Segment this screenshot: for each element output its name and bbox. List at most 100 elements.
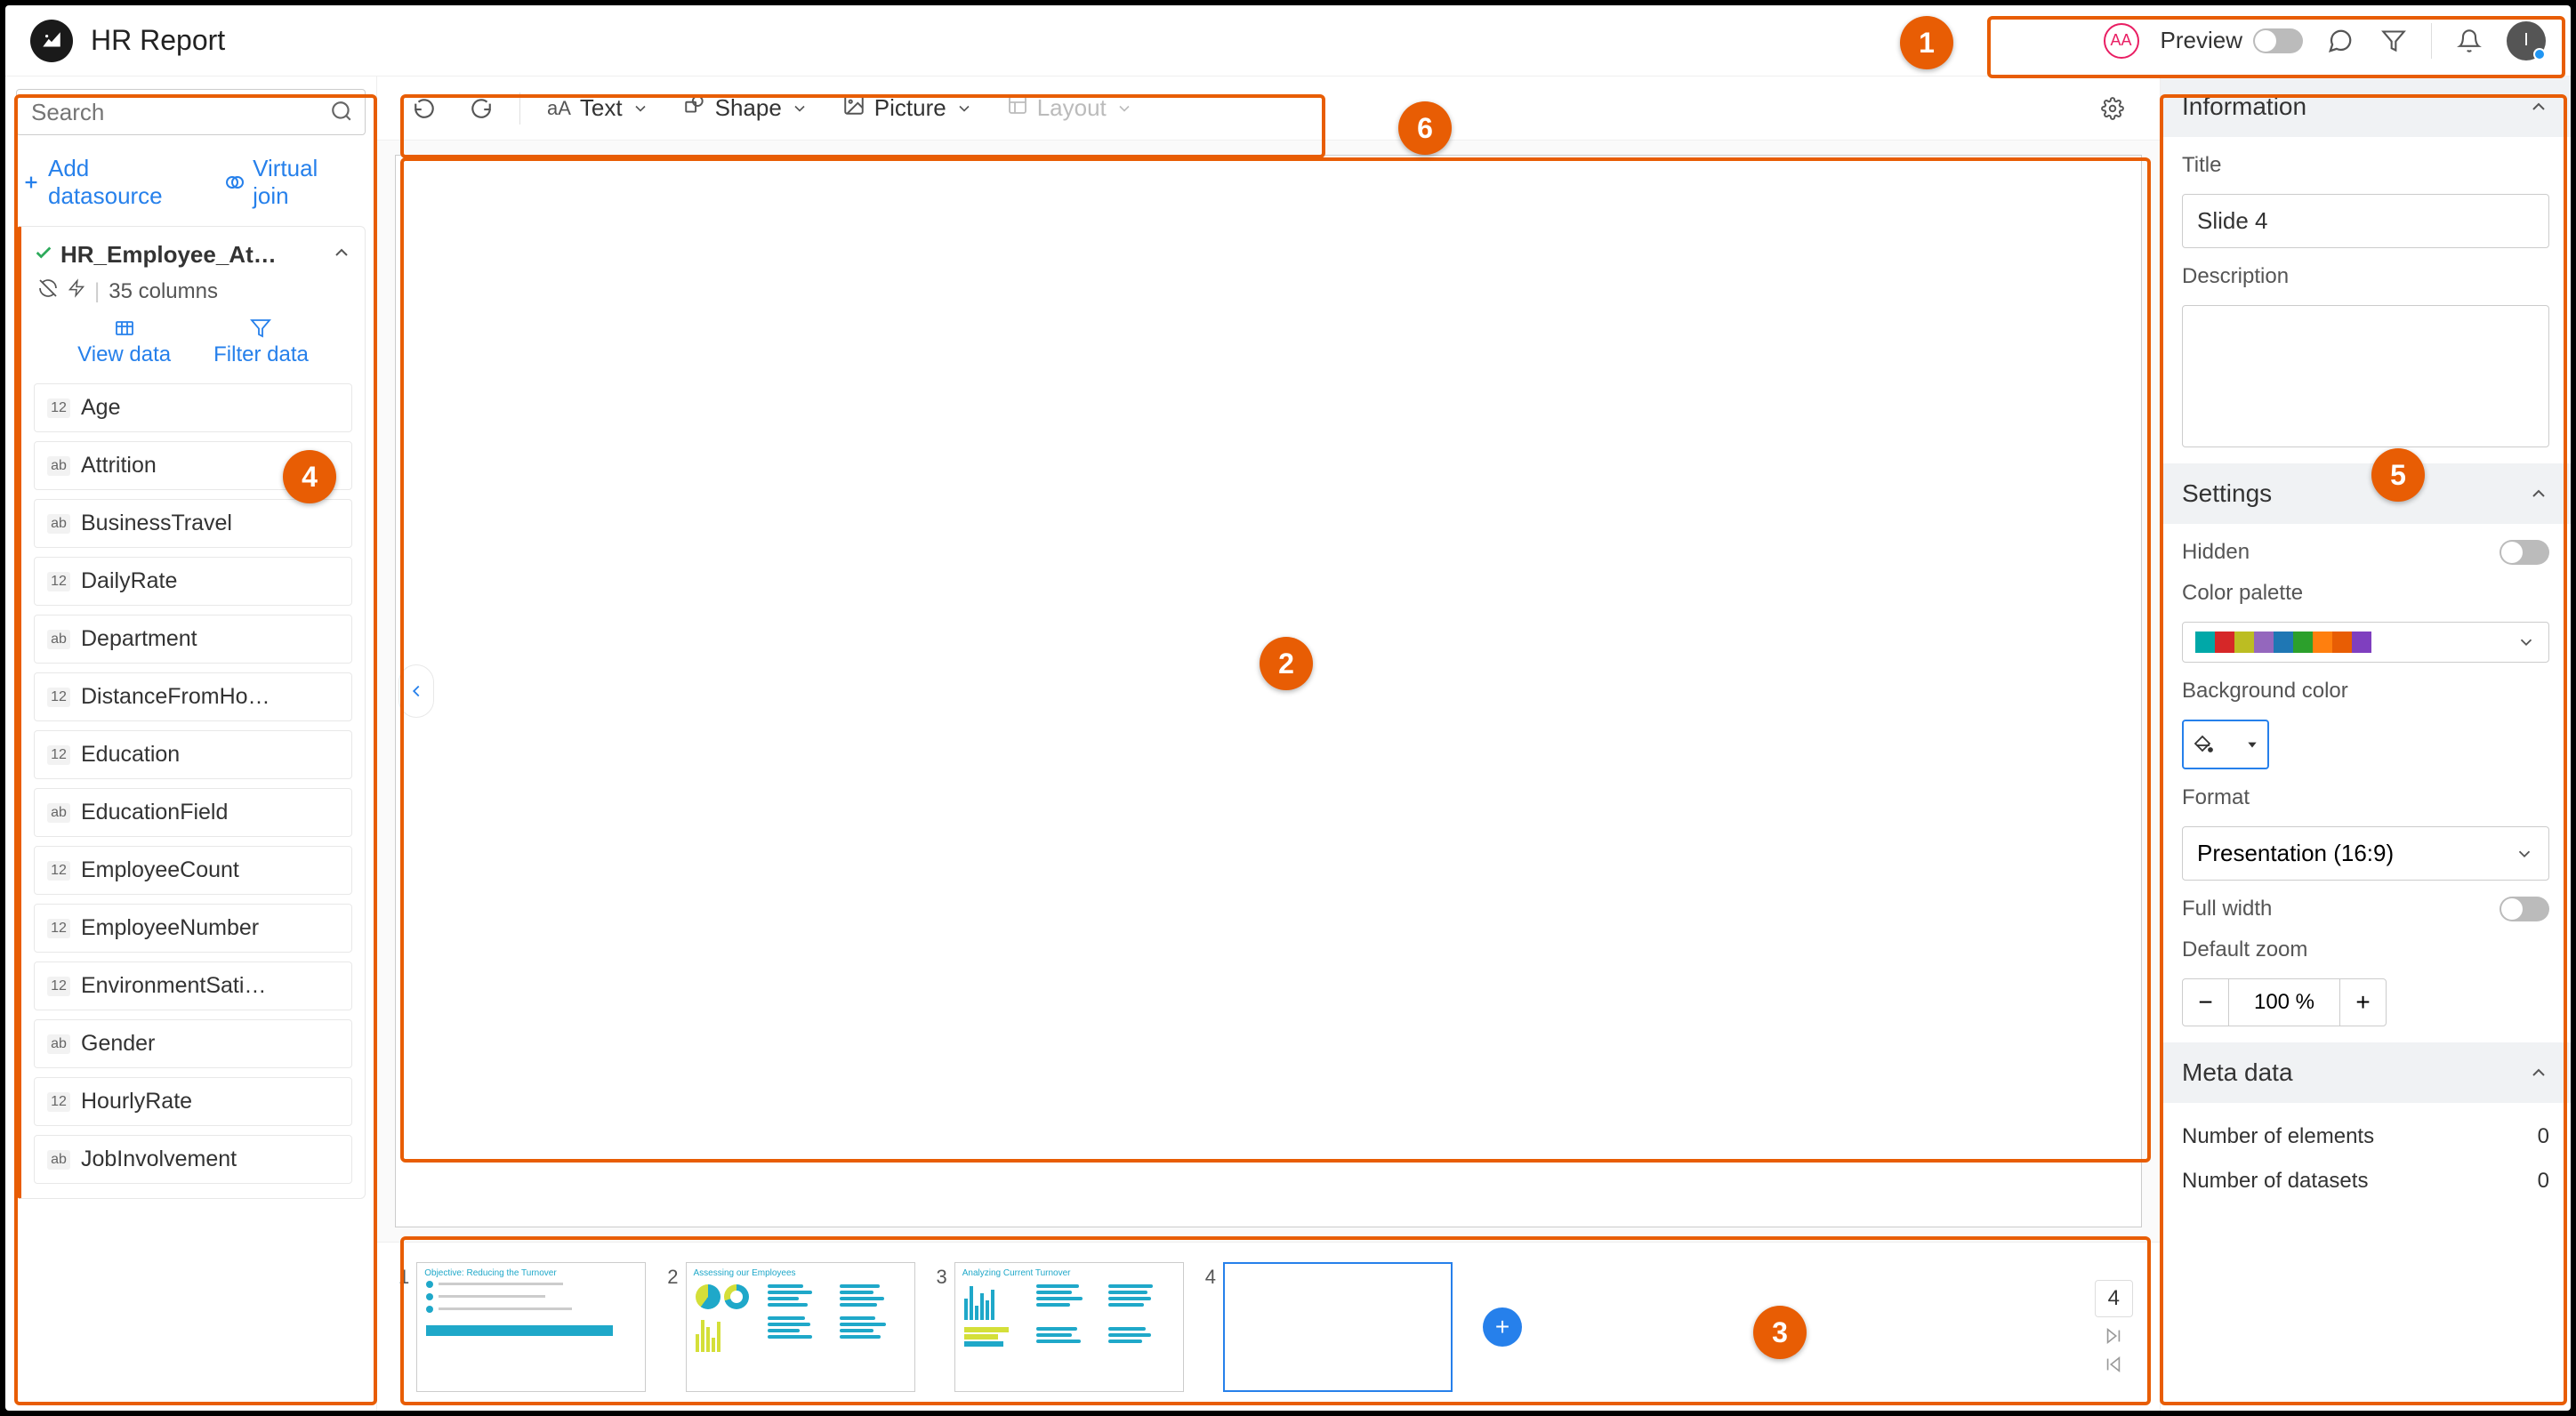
- description-label: Description: [2182, 264, 2549, 289]
- settings-section-header[interactable]: Settings: [2161, 463, 2571, 524]
- hidden-toggle[interactable]: [2500, 540, 2549, 565]
- picture-tool-label: Picture: [874, 94, 946, 122]
- slide-thumbnail[interactable]: Objective: Reducing the Turnover: [416, 1262, 646, 1392]
- toolbar-divider: [519, 93, 520, 125]
- collapse-icon[interactable]: [331, 242, 352, 268]
- chevron-up-icon: [2528, 483, 2549, 504]
- full-width-label: Full width: [2182, 897, 2272, 921]
- field-item[interactable]: 12Education: [34, 730, 352, 779]
- field-item[interactable]: abBusinessTravel: [34, 499, 352, 548]
- field-item[interactable]: 12EnvironmentSati…: [34, 961, 352, 1010]
- undo-button[interactable]: [398, 90, 450, 127]
- slide-thumbnail[interactable]: Assessing our Employees: [686, 1262, 915, 1392]
- filter-data-button[interactable]: Filter data: [213, 318, 309, 367]
- field-item[interactable]: abDepartment: [34, 615, 352, 664]
- field-type-badge: ab: [47, 630, 70, 649]
- field-type-badge: ab: [47, 514, 70, 534]
- slide-thumbnail[interactable]: [1223, 1262, 1453, 1392]
- prev-slide-chevron[interactable]: [398, 664, 434, 718]
- zoom-increase-button[interactable]: +: [2339, 979, 2386, 1026]
- play-forward-icon[interactable]: [2104, 1326, 2123, 1346]
- filter-icon[interactable]: [2378, 25, 2410, 57]
- avatar-status-dot: [2533, 48, 2546, 60]
- zoom-stepper: − 100 % +: [2182, 978, 2387, 1026]
- bolt-icon[interactable]: [68, 278, 85, 305]
- field-item[interactable]: abGender: [34, 1019, 352, 1068]
- hidden-label: Hidden: [2182, 540, 2250, 565]
- full-width-row: Full width: [2182, 897, 2549, 921]
- num-datasets-label: Number of datasets: [2182, 1169, 2368, 1194]
- full-width-toggle[interactable]: [2500, 897, 2549, 921]
- layout-tool-label: Layout: [1037, 94, 1107, 122]
- zoom-label: Default zoom: [2182, 937, 2549, 962]
- field-type-badge: 12: [47, 572, 70, 591]
- settings-gear-button[interactable]: [2087, 90, 2138, 127]
- datasource-name[interactable]: HR_Employee_At…: [60, 241, 324, 269]
- field-type-badge: 12: [47, 919, 70, 938]
- center-area: aA Text Shape Picture Layout: [377, 76, 2160, 1411]
- format-value: Presentation (16:9): [2197, 840, 2394, 867]
- chevron-down-icon: [1115, 100, 1133, 117]
- user-avatar[interactable]: I: [2507, 21, 2546, 60]
- sync-off-icon[interactable]: [37, 278, 59, 305]
- add-slide-button[interactable]: +: [1483, 1307, 1522, 1347]
- preview-toggle[interactable]: [2253, 28, 2303, 53]
- metadata-section-header[interactable]: Meta data: [2161, 1042, 2571, 1103]
- user-initials-badge[interactable]: AA: [2104, 23, 2139, 59]
- zoom-decrease-button[interactable]: −: [2183, 979, 2229, 1026]
- slide-description-input[interactable]: [2182, 305, 2549, 447]
- skip-start-icon[interactable]: [2104, 1355, 2123, 1374]
- shape-tool-button[interactable]: Shape: [669, 86, 823, 130]
- app-root: HR Report AA Preview I: [5, 5, 2571, 1411]
- bg-label: Background color: [2182, 679, 2549, 704]
- add-datasource-label: Add datasource: [48, 155, 210, 210]
- search-input[interactable]: [16, 89, 366, 135]
- datasource-title-row: HR_Employee_At…: [34, 241, 352, 269]
- field-item[interactable]: 12DailyRate: [34, 557, 352, 606]
- view-data-button[interactable]: View data: [77, 318, 171, 367]
- field-item[interactable]: 12DistanceFromHo…: [34, 672, 352, 721]
- slide-canvas[interactable]: [395, 155, 2142, 1227]
- field-item[interactable]: 12HourlyRate: [34, 1077, 352, 1126]
- redo-button[interactable]: [455, 90, 507, 127]
- app-logo[interactable]: [30, 20, 73, 62]
- format-select[interactable]: Presentation (16:9): [2182, 826, 2549, 881]
- palette-label: Color palette: [2182, 581, 2549, 606]
- preview-toggle-group: Preview: [2161, 27, 2303, 54]
- add-datasource-button[interactable]: Add datasource: [21, 155, 210, 210]
- information-section-header[interactable]: Information: [2161, 76, 2571, 137]
- field-item[interactable]: abEducationField: [34, 788, 352, 837]
- field-type-badge: ab: [47, 1034, 70, 1054]
- columns-count: 35 columns: [109, 279, 218, 304]
- palette-select[interactable]: [2182, 622, 2549, 663]
- shape-icon: [683, 93, 706, 123]
- thumb-number: 1: [398, 1262, 409, 1289]
- main-layout: Add datasource Virtual join HR_Employee_…: [5, 76, 2571, 1411]
- check-icon: [34, 243, 53, 267]
- chevron-down-icon: [632, 100, 649, 117]
- text-tool-button[interactable]: aA Text: [533, 87, 664, 129]
- num-elements-value: 0: [2538, 1124, 2549, 1149]
- field-item[interactable]: 12EmployeeCount: [34, 846, 352, 895]
- field-name: JobInvolvement: [81, 1146, 237, 1172]
- left-sidebar: Add datasource Virtual join HR_Employee_…: [5, 76, 377, 1411]
- field-item[interactable]: abJobInvolvement: [34, 1135, 352, 1184]
- separator: |: [94, 279, 100, 304]
- bg-color-button[interactable]: [2182, 720, 2269, 769]
- search-icon[interactable]: [330, 100, 353, 127]
- field-item[interactable]: abAttrition: [34, 441, 352, 490]
- thumb-number: 3: [937, 1262, 947, 1289]
- slide-title-input[interactable]: [2182, 194, 2549, 248]
- datasource-actions: View data Filter data: [34, 318, 352, 367]
- canvas-wrap: [377, 141, 2160, 1242]
- slide-thumbnail[interactable]: Analyzing Current Turnover: [954, 1262, 1184, 1392]
- bell-icon[interactable]: [2453, 25, 2485, 57]
- information-body: Title Description: [2161, 137, 2571, 463]
- picture-tool-button[interactable]: Picture: [828, 86, 987, 130]
- virtual-join-button[interactable]: Virtual join: [224, 155, 360, 210]
- view-data-label: View data: [77, 342, 171, 367]
- field-item[interactable]: 12Age: [34, 383, 352, 432]
- comment-icon[interactable]: [2324, 25, 2356, 57]
- field-name: EducationField: [81, 800, 228, 825]
- field-item[interactable]: 12EmployeeNumber: [34, 904, 352, 953]
